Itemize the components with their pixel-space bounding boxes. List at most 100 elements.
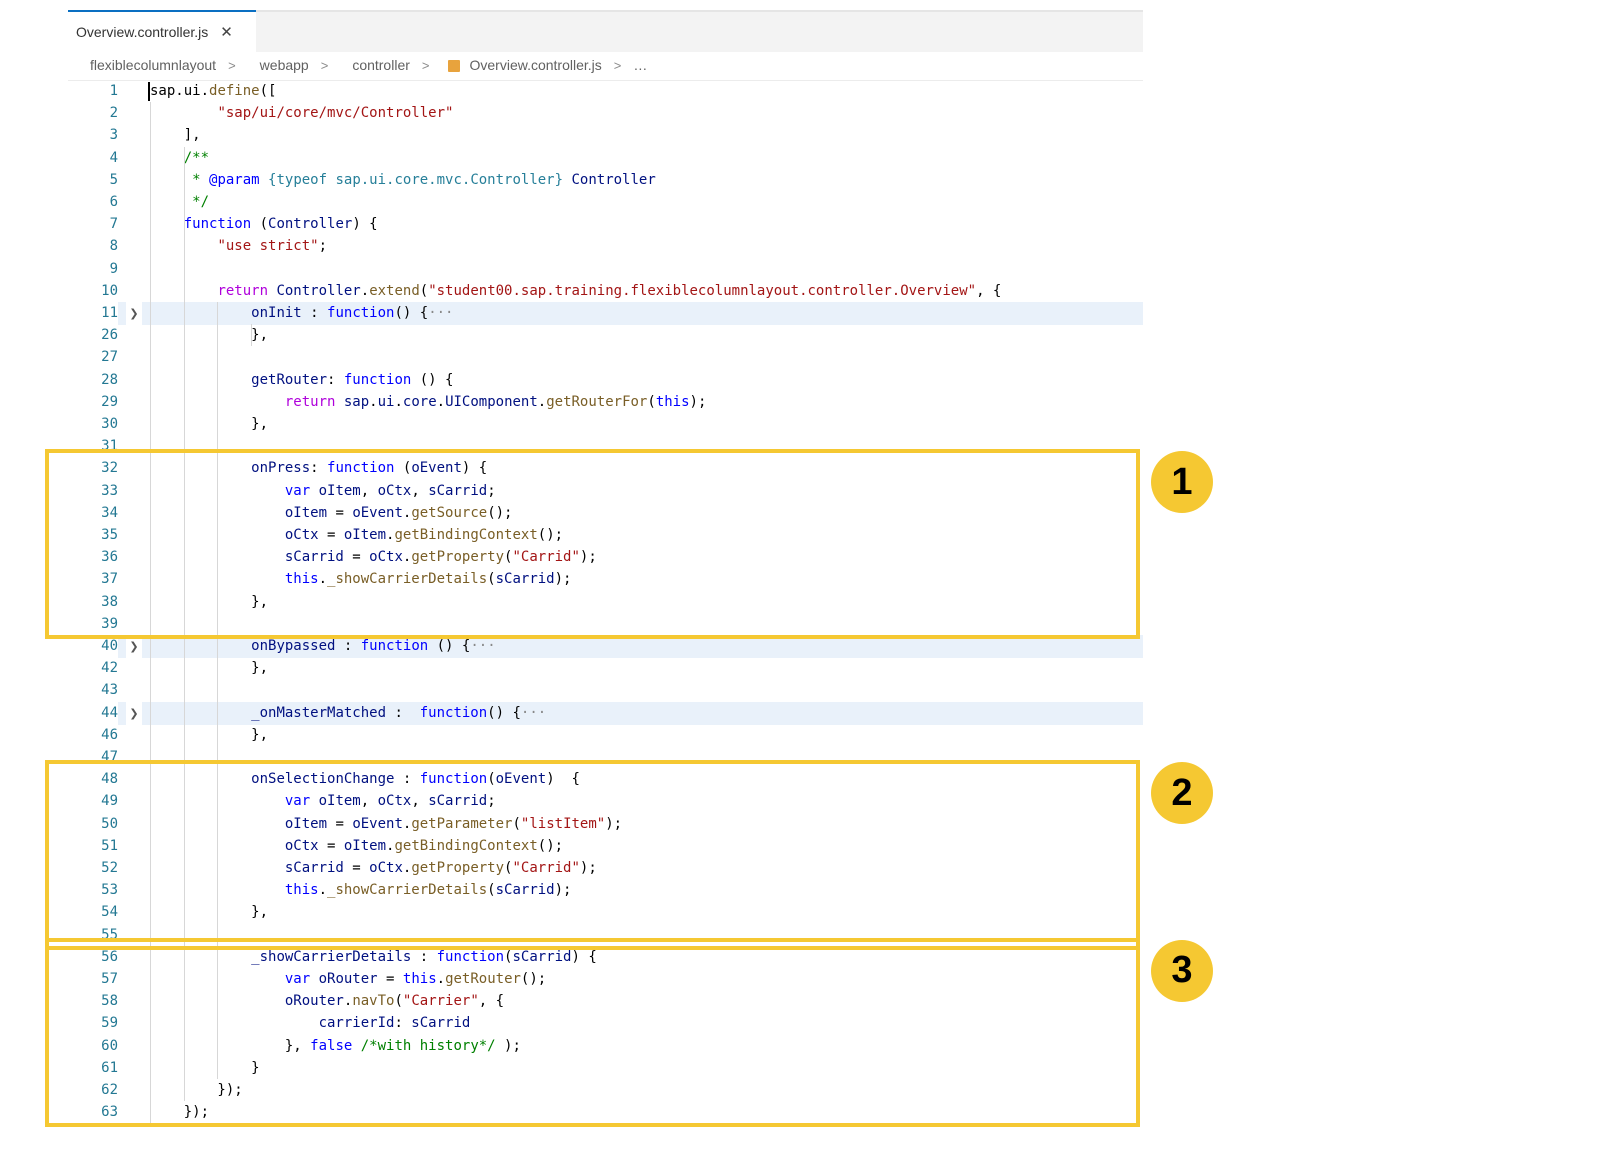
code-token: ;	[318, 238, 328, 255]
code-token: () {	[428, 638, 471, 654]
code-token: "sap/ui/core/mvc/Controller"	[217, 105, 454, 122]
code-line[interactable]: 3 ],	[68, 124, 1143, 147]
breadcrumb-folder-flexiblecolumnlayout[interactable]: flexiblecolumnlayout	[90, 57, 216, 73]
code-token: onBypassed	[251, 638, 336, 654]
chevron-right-icon: >	[228, 57, 236, 73]
code-line[interactable]: 10 return Controller.extend("student00.s…	[68, 280, 1143, 303]
code-token: "student00.sap.training.flexiblecolumnla…	[428, 282, 977, 299]
chevron-right-icon: >	[613, 57, 622, 73]
line-number: 3	[109, 127, 118, 144]
code-token: :	[327, 371, 344, 388]
line-number: 7	[109, 216, 118, 233]
code-token: (	[647, 393, 656, 410]
code-line[interactable]: 1 sap.ui.define([	[68, 80, 1143, 103]
code-token: Controller	[571, 171, 656, 188]
code-line[interactable]: 7 function (Controller) {	[68, 213, 1143, 236]
code-token: .	[537, 393, 547, 410]
breadcrumb-ellipsis[interactable]: …	[633, 57, 647, 73]
code-token: *	[192, 171, 210, 188]
tab-title: Overview.controller.js	[76, 24, 209, 40]
code-line[interactable]: 42 },	[68, 657, 1143, 680]
line-number: 6	[109, 194, 118, 210]
line-number: 27	[101, 349, 118, 366]
code-token: @param	[209, 171, 260, 188]
chevron-right-icon: >	[421, 57, 430, 73]
code-text: /**	[150, 147, 209, 170]
code-token: },	[150, 726, 269, 743]
code-token: (	[419, 282, 429, 299]
code-line[interactable]: 26 },	[68, 324, 1143, 347]
code-token: ([	[259, 83, 277, 99]
code-token: sap.ui.	[150, 83, 210, 99]
annotation-box-3	[45, 937, 1140, 1128]
code-token: UIComponent	[445, 393, 538, 410]
code-token: :	[335, 638, 361, 654]
line-number: 29	[101, 393, 118, 410]
code-token: ui	[377, 393, 395, 410]
code-token: define	[209, 83, 260, 99]
breadcrumb-folder-webapp[interactable]: webapp	[260, 57, 309, 73]
code-line[interactable]: 44 ❯ _onMasterMatched : function() {···	[68, 701, 1143, 725]
code-token: return	[284, 393, 336, 410]
code-line[interactable]: 2 "sap/ui/core/mvc/Controller"	[68, 102, 1143, 125]
code-line[interactable]: 43	[68, 679, 1143, 702]
line-number: 28	[101, 371, 118, 388]
code-token: */	[192, 194, 210, 210]
line-number: 9	[109, 260, 118, 277]
breadcrumb-folder-controller[interactable]: controller	[352, 57, 410, 73]
code-token: function	[360, 638, 429, 654]
breadcrumb-file[interactable]: Overview.controller.js	[470, 57, 602, 73]
code-token: ···	[470, 638, 496, 654]
code-token: (	[251, 216, 269, 233]
fold-chevron-icon[interactable]: ❯	[126, 701, 142, 725]
chevron-right-icon: >	[320, 57, 329, 73]
code-line[interactable]: 46 },	[68, 724, 1143, 747]
code-line[interactable]: 8 "use strict";	[68, 235, 1143, 258]
code-token: () {	[487, 704, 521, 721]
code-line[interactable]: 4 /**	[68, 147, 1143, 170]
code-token: .	[436, 393, 446, 410]
line-number: 30	[101, 416, 118, 432]
code-text: },	[150, 724, 268, 747]
line-number: 4	[109, 149, 118, 166]
code-token: {typeof sap.ui.core.mvc.Controller}	[268, 171, 564, 188]
code-line[interactable]: 27	[68, 346, 1143, 369]
line-number: 10	[101, 282, 118, 299]
code-line[interactable]: 6 */	[68, 191, 1143, 214]
tab-overview-controller[interactable]: Overview.controller.js ✕	[68, 10, 256, 52]
close-icon[interactable]: ✕	[220, 23, 233, 41]
code-line[interactable]: 28 getRouter: function () {	[68, 369, 1143, 392]
code-token: core	[402, 393, 437, 410]
code-line[interactable]: 11 ❯ onInit : function() {···	[68, 302, 1143, 325]
line-number: 46	[101, 726, 118, 743]
code-token: this	[655, 393, 690, 410]
code-token: sap	[343, 393, 370, 410]
code-text: return sap.ui.core.UIComponent.getRouter…	[150, 391, 707, 414]
code-token: ],	[150, 127, 201, 144]
code-token: () {	[394, 305, 429, 321]
code-line[interactable]: 5 * @param {typeof sap.ui.core.mvc.Contr…	[68, 169, 1143, 192]
code-token: .	[394, 393, 403, 410]
code-line[interactable]: 29 return sap.ui.core.UIComponent.getRou…	[68, 391, 1143, 414]
fold-chevron-icon[interactable]: ❯	[126, 302, 142, 325]
code-token: Controller	[276, 282, 361, 299]
code-token: () {	[411, 371, 454, 388]
indent-guide	[251, 324, 253, 347]
code-token: _onMasterMatched	[251, 704, 387, 721]
code-line[interactable]: 30 },	[68, 413, 1143, 436]
line-number: 44	[68, 701, 118, 725]
code-line[interactable]: 9	[68, 258, 1143, 281]
code-token: getRouterFor	[546, 393, 648, 410]
js-file-icon	[447, 60, 460, 72]
code-token: ) {	[352, 216, 378, 233]
code-token: /**	[183, 149, 210, 166]
breadcrumb: flexiblecolumnlayout > webapp > controll…	[68, 50, 1143, 81]
